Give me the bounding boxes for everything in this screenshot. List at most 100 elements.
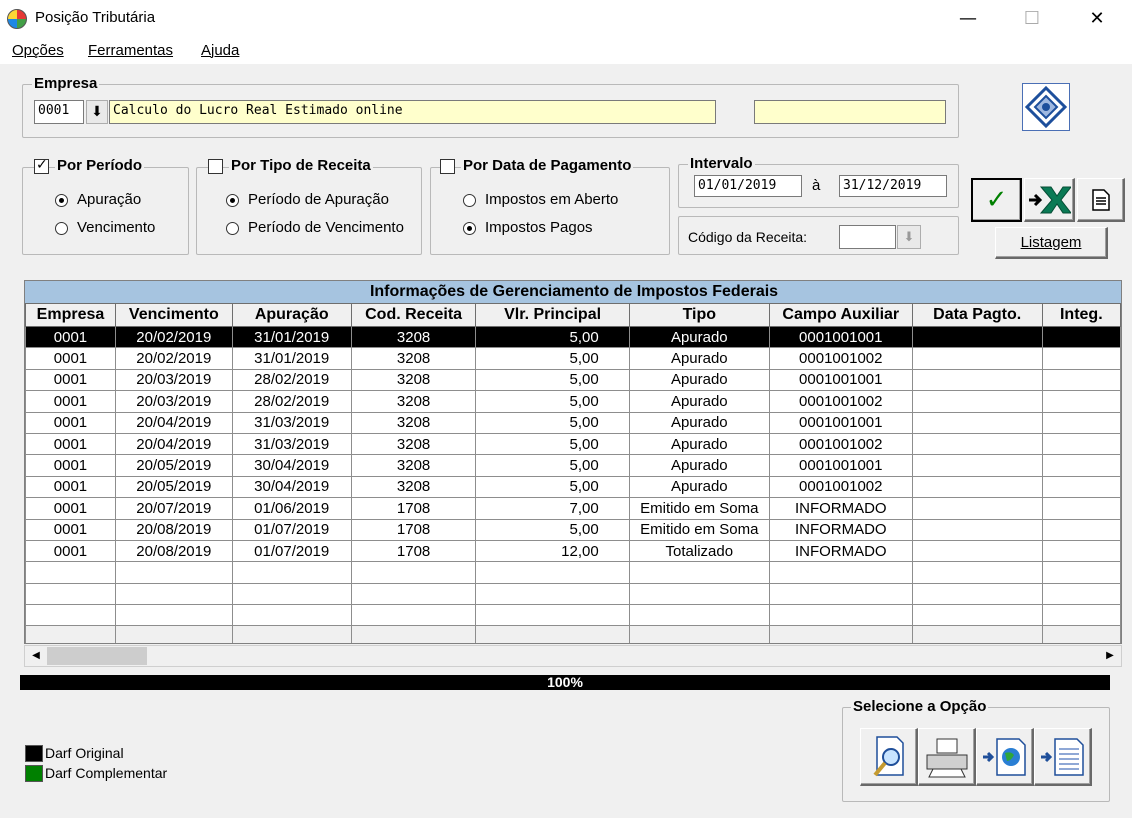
table-row[interactable]: 0001 20/05/2019 30/04/2019 3208 5,00 Apurado 0… [25, 475, 1121, 499]
scroll-left-icon[interactable]: ◀ [27, 648, 45, 664]
grid-hscrollbar[interactable]: ◀ ▶ [24, 645, 1122, 667]
footer-cell [911, 625, 1043, 643]
menu-ajuda[interactable]: Ajuda [201, 42, 239, 59]
table-cell: 5,00 [475, 432, 630, 456]
column-header[interactable]: Vencimento [114, 303, 233, 327]
table-cell: Apurado [628, 475, 770, 499]
codigo-receita-field[interactable] [839, 225, 896, 249]
table-cell [628, 561, 770, 584]
intervalo-end-field[interactable]: 31/12/2019 [839, 175, 947, 197]
intervalo-start-field[interactable]: 01/01/2019 [694, 175, 802, 197]
table-row[interactable]: 0001 20/05/2019 30/04/2019 3208 5,00 Apurado 0… [25, 454, 1121, 477]
table-cell: 01/07/2019 [231, 518, 352, 541]
empresa-name-field[interactable]: Calculo do Lucro Real Estimado online [109, 100, 716, 124]
vencimento-label: Vencimento [77, 219, 156, 236]
table-cell: 5,00 [475, 518, 630, 541]
table-row[interactable]: 0001 20/02/2019 31/01/2019 3208 5,00 Apurado 0… [25, 325, 1121, 349]
table-cell: 0001001001 [768, 368, 913, 392]
table-row[interactable]: 0001 20/04/2019 31/03/2019 3208 5,00 Apurado 0… [25, 432, 1121, 456]
table-cell [350, 582, 477, 606]
document-button[interactable] [1077, 178, 1125, 222]
empresa-extra-field[interactable] [754, 100, 946, 124]
table-cell: 0001 [25, 325, 116, 349]
menu-ferramentas[interactable]: Ferramentas [88, 42, 173, 59]
maximize-button[interactable]: ☐ [1009, 0, 1055, 36]
column-header[interactable]: Vlr. Principal [475, 303, 630, 327]
table-cell: 0001 [25, 475, 116, 499]
table-cell [231, 582, 352, 606]
column-header[interactable]: Data Pagto. [911, 303, 1043, 327]
table-cell: 20/03/2019 [114, 390, 233, 413]
table-row[interactable]: 0001 20/04/2019 31/03/2019 3208 5,00 Apurado 0… [25, 411, 1121, 434]
table-cell: Apurado [628, 390, 770, 413]
por-tipo-receita-checkbox[interactable] [208, 159, 223, 174]
excel-export-button[interactable] [1024, 178, 1075, 222]
intervalo-separator: à [812, 177, 821, 194]
table-cell [1041, 432, 1121, 456]
table-cell [911, 390, 1043, 413]
table-cell: 0001001002 [768, 390, 913, 413]
table-cell [1041, 497, 1121, 520]
menu-bar: Opções Ferramentas Ajuda [0, 36, 1132, 64]
column-header[interactable]: Apuração [231, 303, 352, 327]
menu-opcoes[interactable]: Opções [12, 42, 64, 59]
table-cell: 1708 [350, 539, 477, 563]
table-cell: 20/08/2019 [114, 518, 233, 541]
table-cell: 20/04/2019 [114, 432, 233, 456]
minimize-button[interactable]: — [945, 0, 991, 36]
table-cell: 20/02/2019 [114, 325, 233, 349]
periodo-vencimento-radio[interactable] [226, 222, 239, 235]
table-cell: 0001 [25, 390, 116, 413]
table-row[interactable]: 0001 20/08/2019 01/07/2019 1708 12,00 Totaliz… [25, 539, 1121, 563]
table-row[interactable]: 0001 20/03/2019 28/02/2019 3208 5,00 Apurado 0… [25, 368, 1121, 392]
progress-bar: 100% [20, 675, 1110, 690]
table-cell [1041, 582, 1121, 606]
table-row[interactable]: 0001 20/02/2019 31/01/2019 3208 5,00 Apurado 0… [25, 347, 1121, 370]
close-button[interactable]: ✕ [1074, 0, 1120, 36]
table-cell [25, 582, 116, 606]
print-button[interactable] [918, 728, 976, 786]
periodo-apuracao-radio[interactable] [226, 194, 239, 207]
table-cell: 5,00 [475, 411, 630, 434]
empresa-code-field[interactable]: 0001 [34, 100, 84, 124]
codigo-receita-lookup-button[interactable]: ⬇ [897, 225, 921, 249]
por-tipo-receita-legend: Por Tipo de Receita [229, 157, 373, 174]
table-row[interactable]: 0001 20/03/2019 28/02/2019 3208 5,00 Apurado 0… [25, 390, 1121, 413]
preview-button[interactable] [860, 728, 918, 786]
column-header[interactable]: Integ. [1041, 303, 1121, 327]
vencimento-radio[interactable] [55, 222, 68, 235]
listagem-button[interactable]: Listagem [995, 227, 1108, 259]
column-header[interactable]: Campo Auxiliar [768, 303, 913, 327]
table-row[interactable]: 0001 20/07/2019 01/06/2019 1708 7,00 Emitido … [25, 497, 1121, 520]
progress-label: 100% [547, 674, 583, 690]
codigo-receita-label: Código da Receita: [688, 229, 808, 245]
table-cell: 20/04/2019 [114, 411, 233, 434]
check-icon: ✓ [985, 185, 1008, 215]
por-periodo-checkbox[interactable] [34, 157, 49, 174]
file-export-button[interactable] [1034, 728, 1092, 786]
column-header[interactable]: Tipo [628, 303, 770, 327]
confirm-button[interactable]: ✓ [971, 178, 1022, 222]
table-cell: 5,00 [475, 390, 630, 413]
empresa-lookup-button[interactable]: ⬇ [86, 100, 108, 124]
column-header[interactable]: Empresa [25, 303, 116, 327]
grid-footer-row [25, 625, 1121, 643]
apuracao-radio[interactable] [55, 194, 68, 207]
table-cell: 3208 [350, 432, 477, 456]
empty-row [25, 604, 1121, 627]
column-header[interactable]: Cod. Receita [350, 303, 477, 327]
table-cell [114, 582, 233, 606]
table-cell: Apurado [628, 454, 770, 477]
table-row[interactable]: 0001 20/08/2019 01/07/2019 1708 5,00 Emitido … [25, 518, 1121, 541]
scroll-right-icon[interactable]: ▶ [1101, 648, 1119, 664]
por-data-pagamento-checkbox[interactable] [440, 159, 455, 174]
web-export-button[interactable] [976, 728, 1034, 786]
selecione-opcao-legend: Selecione a Opção [851, 698, 989, 715]
table-cell [475, 561, 630, 584]
table-cell: Apurado [628, 432, 770, 456]
table-cell [114, 604, 233, 627]
scroll-thumb[interactable] [47, 647, 147, 665]
footer-cell [1041, 625, 1121, 643]
impostos-aberto-radio[interactable] [463, 194, 476, 207]
impostos-pagos-radio[interactable] [463, 222, 476, 235]
